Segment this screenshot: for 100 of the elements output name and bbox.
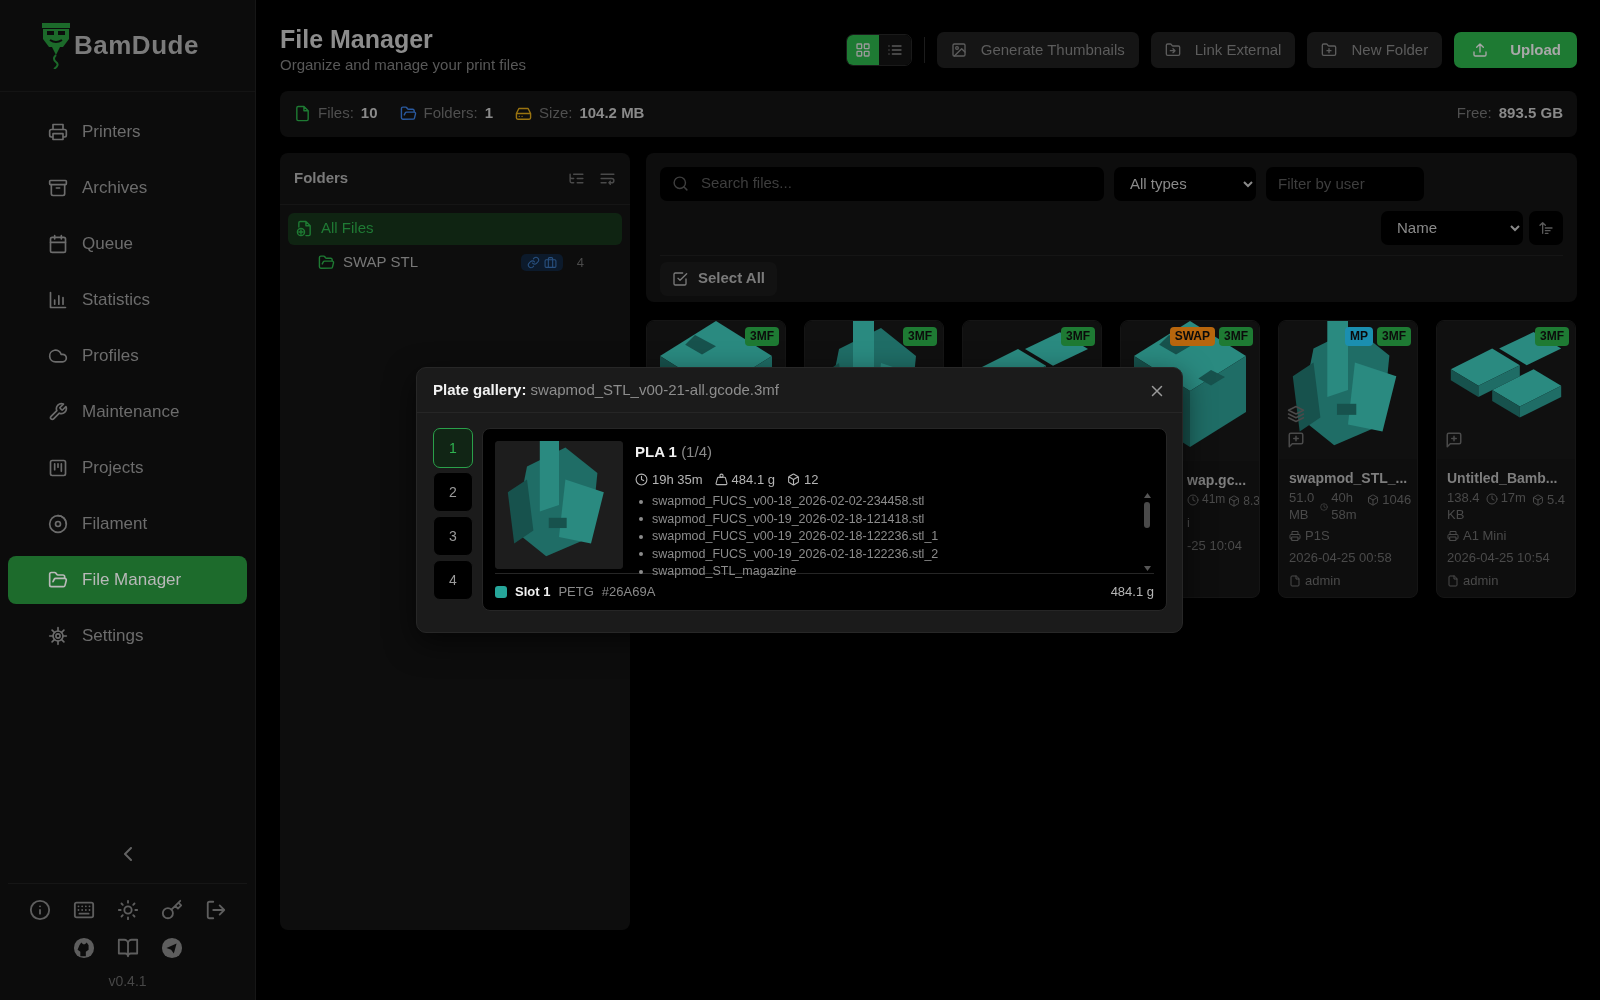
folder-name: All Files: [321, 218, 374, 239]
image-icon: [950, 42, 967, 58]
brand-name: BamDude: [74, 29, 199, 62]
scroll-down-icon[interactable]: [1143, 566, 1151, 571]
sort-direction-button[interactable]: [1529, 210, 1563, 245]
stat-label: Folders:: [423, 103, 478, 124]
folder-item[interactable]: All Files: [288, 212, 622, 245]
key-button[interactable]: [160, 898, 183, 921]
nav-item[interactable]: Maintenance: [8, 388, 247, 436]
folder-icon: [318, 254, 335, 271]
nav-item[interactable]: Profiles: [8, 332, 247, 380]
nav-item[interactable]: Projects: [8, 444, 247, 492]
type-badge: 3MF: [745, 326, 779, 347]
file-size: 138.4 KB: [1447, 490, 1480, 523]
nav-item[interactable]: Statistics: [8, 276, 247, 324]
filament-weight: 484.1 g: [731, 470, 775, 489]
files-icon: [296, 220, 313, 237]
clock-icon: [1187, 493, 1199, 506]
checkbox-icon: [672, 270, 688, 287]
page-subtitle: Organize and manage your print files: [280, 55, 526, 75]
comment-plus-icon: [1287, 430, 1305, 449]
filament-weight: 8.3: [1243, 493, 1259, 511]
docs-link[interactable]: [116, 936, 139, 959]
file-card[interactable]: MP 3MF swapmod_STL_... 51.0 MB 40h 58m 1046 P1S 2026-04-25 00:58 admin: [1278, 319, 1418, 598]
type-badge: 3MF: [1535, 326, 1569, 347]
filament-weight: 1046: [1382, 491, 1412, 510]
repo-link[interactable]: [72, 936, 95, 959]
type-badge: MP: [1345, 326, 1373, 347]
plate-tab[interactable]: 1: [433, 428, 473, 468]
filament-type: PETG: [558, 583, 594, 601]
search-field[interactable]: Search files...: [660, 166, 1104, 201]
file-date: -25 10:04: [1187, 536, 1242, 555]
object-count: 12: [803, 470, 819, 489]
select-all-button[interactable]: Select All: [660, 261, 777, 296]
nav-item[interactable]: File Manager: [8, 556, 247, 604]
user-name: admin: [1305, 571, 1341, 590]
sun-button[interactable]: [116, 898, 139, 921]
plate-name: PLA 1 (1/4): [635, 442, 713, 462]
printer-name: P1S: [1305, 526, 1330, 545]
print-time: 17m: [1500, 490, 1526, 507]
stat-value: 104.2 MB: [579, 103, 645, 124]
grid-view-button[interactable]: [846, 35, 879, 65]
circle-logo-icon: [72, 937, 95, 959]
bullet-icon: [639, 552, 643, 557]
type-badge: 3MF: [1061, 326, 1095, 347]
folder-item[interactable]: SWAP STL 4: [288, 246, 622, 279]
file-card[interactable]: 3MF Untitled_Bamb... 138.4 KB 17m 5.4 A1 Mini 2026-04-25 10:54 admin: [1436, 319, 1576, 598]
file-name: wap.gc...: [1187, 470, 1248, 490]
upload-icon: [1472, 42, 1489, 58]
page-title: File Manager: [280, 24, 434, 54]
object-file: swapmod_FUCS_v00-19_2026-02-18-122236.stl_2: [652, 545, 939, 563]
toolbar-button[interactable]: New Folder: [1307, 32, 1443, 68]
scroll-up-icon[interactable]: [1143, 493, 1151, 498]
nav-item[interactable]: Queue: [8, 220, 247, 268]
nav-item[interactable]: Printers: [8, 108, 247, 156]
user-filter-field[interactable]: Filter by user: [1266, 166, 1424, 201]
clock-icon: [1320, 502, 1329, 511]
cube-icon: [1531, 494, 1544, 507]
user-name: admin: [1463, 571, 1499, 590]
nav-item[interactable]: Archives: [8, 164, 247, 212]
toolbar-button[interactable]: Upload: [1454, 32, 1577, 68]
folder-plus-icon: [1321, 42, 1338, 58]
scroll-thumb[interactable]: [1144, 502, 1150, 528]
cube-icon: [786, 472, 800, 486]
list-view-button[interactable]: [878, 35, 911, 65]
folder-icon: [399, 105, 417, 122]
file-name: swapmod_STL_...: [1289, 468, 1407, 488]
nav-item[interactable]: Settings: [8, 612, 247, 660]
bullet-icon: [639, 499, 643, 504]
stat-label: Size:: [539, 103, 573, 124]
object-file: swapmod_STL_magazine: [652, 563, 797, 580]
plate-tab[interactable]: 2: [433, 472, 473, 512]
print-time: 40h 58m: [1331, 490, 1358, 523]
printer-icon: [1289, 529, 1301, 542]
paper-plane-icon: [160, 937, 183, 959]
plate-tab[interactable]: 4: [433, 560, 473, 600]
logout-button[interactable]: [204, 898, 227, 921]
sort-select[interactable]: Name: [1381, 210, 1523, 245]
bullet-icon: [639, 569, 643, 574]
plate-tab[interactable]: 3: [433, 516, 473, 556]
folder-name: SWAP STL: [343, 252, 419, 273]
panel-title: Folders: [294, 167, 349, 188]
filament-weight: 5.4: [1546, 491, 1565, 510]
file-name: Untitled_Bamb...: [1447, 468, 1559, 488]
book-icon: [116, 937, 139, 959]
info-button[interactable]: [28, 898, 51, 921]
bullet-icon: [639, 534, 643, 539]
chat-link[interactable]: [160, 936, 183, 959]
object-file: swapmod_FUCS_v00-19_2026-02-18-121418.stl: [652, 510, 925, 528]
toolbar-button[interactable]: Link External: [1150, 32, 1296, 68]
grid-icon: [854, 42, 871, 58]
folder-arrow-icon: [1164, 42, 1181, 58]
nav-item[interactable]: Filament: [8, 500, 247, 548]
type-select[interactable]: All types: [1114, 166, 1256, 201]
cube-icon: [1228, 495, 1241, 508]
folder-icon: [48, 570, 68, 590]
search-input[interactable]: Search files...: [699, 171, 1092, 196]
toolbar-button[interactable]: Generate Thumbnails: [936, 32, 1139, 68]
sun-icon: [116, 898, 139, 921]
comment-plus-icon: [1445, 430, 1463, 449]
